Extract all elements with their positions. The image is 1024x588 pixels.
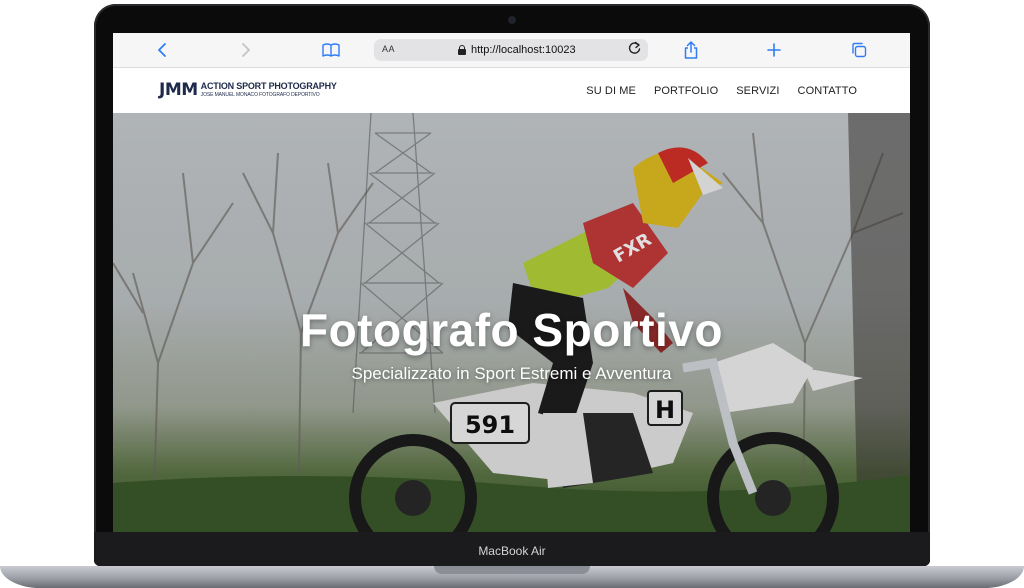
nav-item-contatto[interactable]: CONTATTO xyxy=(798,85,857,97)
logo-title: ACTION SPORT PHOTOGRAPHY xyxy=(200,81,337,91)
screen: AA http://localhost:10023 JMM ACTION SPO… xyxy=(113,33,910,532)
hero-title: Fotografo Sportivo xyxy=(300,304,723,356)
book-icon xyxy=(322,43,340,57)
hero-subtitle: Specializzato in Sport Estremi e Avventu… xyxy=(351,364,672,383)
logo-subtitle: JOSE MANUEL MONACO FOTOGRAFO DEPORTIVO xyxy=(200,92,320,98)
url-text[interactable]: http://localhost:10023 xyxy=(471,44,576,56)
camera-icon xyxy=(509,17,515,23)
chevron-left-icon xyxy=(158,43,166,57)
plus-icon xyxy=(767,43,781,57)
bookmarks-button[interactable] xyxy=(320,40,342,60)
text-size-button[interactable]: AA xyxy=(382,44,395,54)
address-bar[interactable]: AA http://localhost:10023 xyxy=(374,39,648,61)
site-header: JMM ACTION SPORT PHOTOGRAPHY JOSE MANUEL… xyxy=(113,68,910,113)
laptop-mockup: AA http://localhost:10023 JMM ACTION SPO… xyxy=(0,0,1024,588)
back-button[interactable] xyxy=(151,40,173,60)
forward-button[interactable] xyxy=(235,40,257,60)
logo-text: ACTION SPORT PHOTOGRAPHY JOSE MANUEL MON… xyxy=(201,80,337,98)
logo-mark: JMM xyxy=(159,80,198,100)
device-label: MacBook Air xyxy=(478,544,546,558)
laptop-notch xyxy=(434,566,590,574)
share-button[interactable] xyxy=(680,40,702,60)
lock-icon xyxy=(458,45,466,55)
site-logo[interactable]: JMM ACTION SPORT PHOTOGRAPHY JOSE MANUEL… xyxy=(159,80,337,102)
new-tab-button[interactable] xyxy=(763,40,785,60)
share-icon xyxy=(684,41,698,59)
hero-section: 591 H FXR Fotografo Sportivo Specializza… xyxy=(113,113,910,532)
reload-icon xyxy=(628,41,641,54)
reload-button[interactable] xyxy=(628,41,641,58)
chevron-right-icon xyxy=(242,43,250,57)
nav-item-servizi[interactable]: SERVIZI xyxy=(736,85,779,97)
tabs-button[interactable] xyxy=(848,40,870,60)
browser-toolbar: AA http://localhost:10023 xyxy=(113,33,910,68)
main-nav: SU DI ME PORTFOLIO SERVIZI CONTATTO xyxy=(586,85,857,97)
nav-item-su-di-me[interactable]: SU DI ME xyxy=(586,85,636,97)
nav-item-portfolio[interactable]: PORTFOLIO xyxy=(654,85,718,97)
tabs-icon xyxy=(852,42,867,58)
